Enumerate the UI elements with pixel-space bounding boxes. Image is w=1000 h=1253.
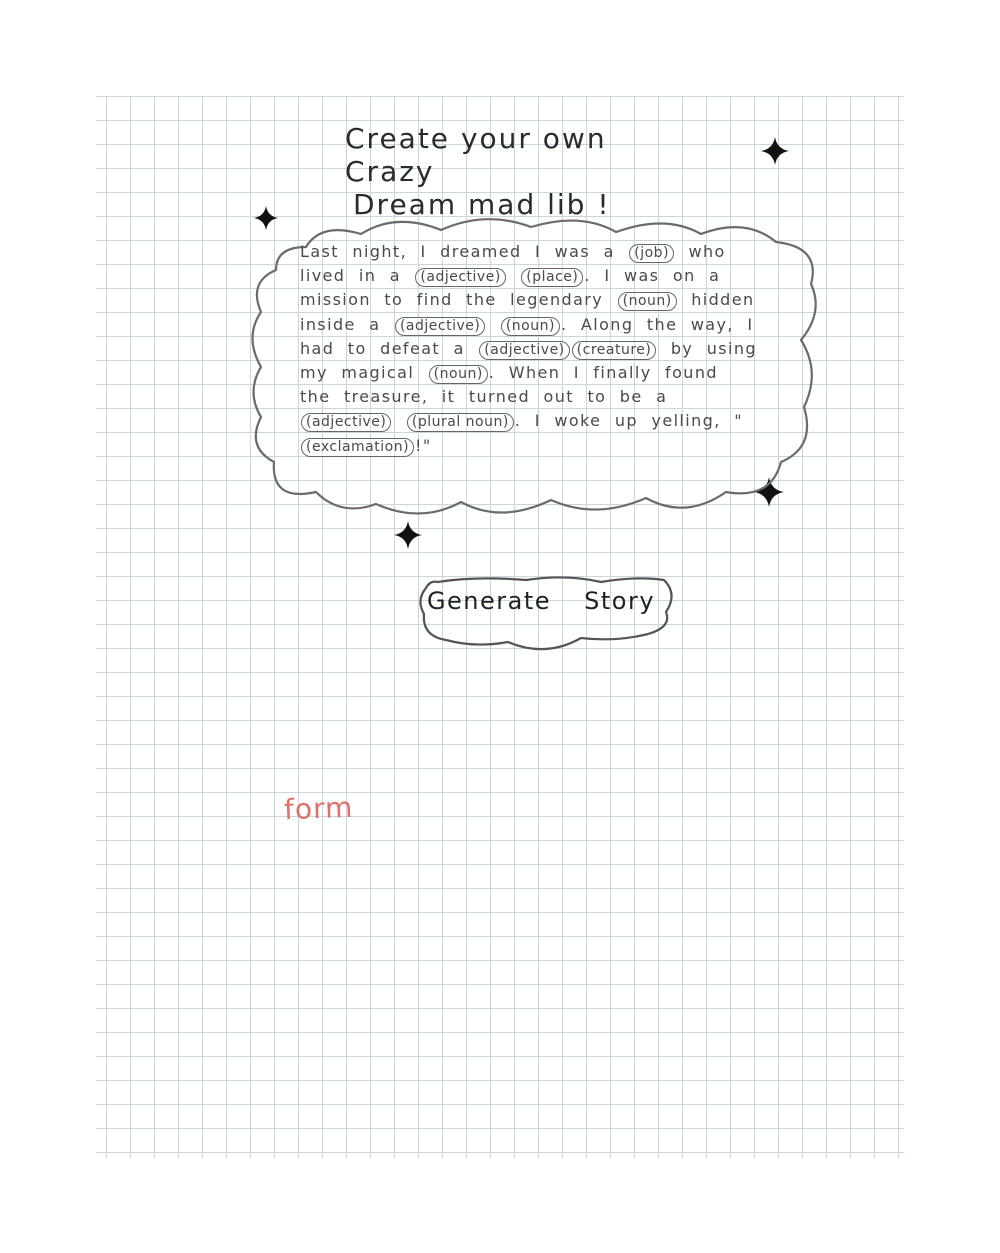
story-text bbox=[507, 266, 521, 285]
generate-story-label: Generate Story bbox=[426, 587, 656, 615]
blank-field[interactable]: (creature) bbox=[571, 340, 657, 360]
blank-field[interactable]: (adjective) bbox=[301, 413, 392, 433]
generate-story-button[interactable]: Generate Story bbox=[416, 572, 678, 658]
blank-field[interactable]: (noun) bbox=[428, 365, 488, 385]
blank-field[interactable]: (adjective) bbox=[479, 340, 570, 360]
form-annotation: form bbox=[283, 790, 354, 827]
story-text: Last night, I dreamed I was a bbox=[300, 242, 629, 261]
blank-field[interactable]: (job) bbox=[629, 244, 675, 263]
sparkle-icon bbox=[761, 137, 789, 165]
button-outline bbox=[419, 576, 673, 651]
blank-field[interactable]: (place) bbox=[521, 268, 584, 288]
blank-field[interactable]: (adjective) bbox=[394, 316, 486, 336]
blank-field[interactable]: (noun) bbox=[500, 316, 560, 336]
page-title-line-1: Create your own Crazy bbox=[345, 122, 607, 188]
blank-field[interactable]: (noun) bbox=[617, 292, 677, 312]
blank-field[interactable]: (adjective) bbox=[415, 268, 506, 288]
blank-field[interactable]: (exclamation) bbox=[301, 437, 415, 457]
story-text bbox=[486, 315, 500, 334]
story-text: . I woke up yelling, " bbox=[514, 411, 743, 431]
blank-field[interactable]: (plural noun) bbox=[406, 413, 514, 433]
page-title: Create your own Crazy Dream mad lib ! bbox=[345, 122, 705, 221]
mad-lib-story: Last night, I dreamed I was a (job) who … bbox=[300, 240, 760, 458]
story-text: !" bbox=[415, 435, 432, 455]
story-text bbox=[392, 411, 406, 430]
